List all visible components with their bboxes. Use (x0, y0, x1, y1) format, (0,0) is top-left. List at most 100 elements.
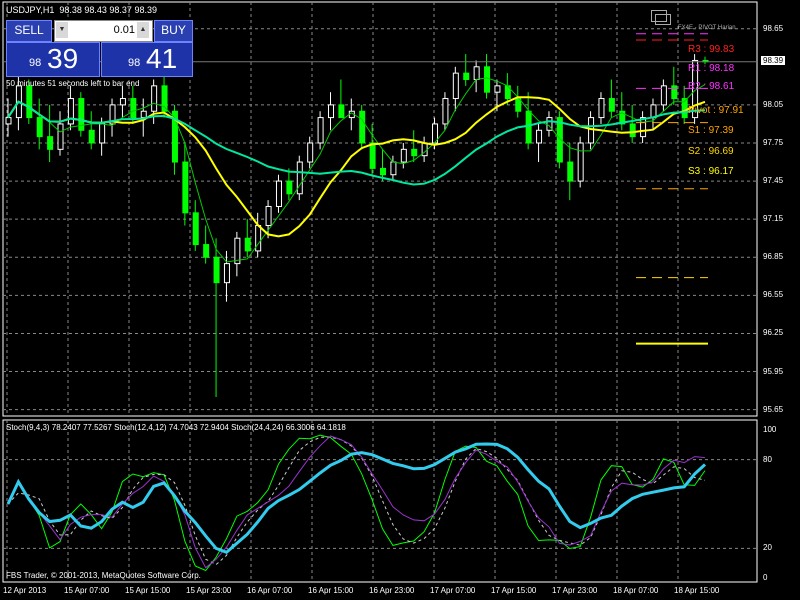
time-axis-label: 16 Apr 07:00 (247, 586, 293, 595)
stoch-axis-label: 100 (763, 425, 777, 434)
candle-body (203, 244, 210, 258)
sell-price-button[interactable]: 98 39 (6, 42, 100, 77)
candle-body (140, 110, 147, 119)
buy-price-button[interactable]: 98 41 (101, 42, 193, 77)
time-axis-label: 15 Apr 23:00 (186, 586, 232, 595)
time-axis-label: 15 Apr 15:00 (125, 586, 171, 595)
symbol-title: USDJPY,H1 (6, 5, 55, 15)
candle-body (47, 136, 54, 150)
candle-body (588, 117, 595, 144)
candle-body (442, 98, 449, 125)
candle-body (380, 167, 387, 176)
candle-body (327, 104, 334, 119)
lot-size-input[interactable] (69, 22, 135, 38)
candle-body (88, 129, 95, 144)
candle-body (525, 110, 532, 144)
lot-size-box: ▼ ▲ (54, 20, 153, 42)
current-price-tag: 98.39 (761, 55, 786, 65)
stochastic-label: Stoch(9,4,3) 78.2407 77.5267 Stoch(12,4,… (6, 423, 346, 432)
ohlc-values: 98.38 98.43 98.37 98.39 (59, 5, 157, 15)
stoch-axis-label: 80 (763, 454, 772, 464)
candle-body (452, 72, 459, 100)
candle-body (359, 110, 366, 144)
price-axis-label: 96.25 (763, 328, 784, 338)
price-axis-label: 95.95 (763, 366, 784, 376)
pivot-level-label: S2 : 96.69 (688, 146, 734, 157)
candle-body (317, 117, 324, 144)
candle-body (244, 237, 251, 252)
price-axis-label: 97.15 (763, 214, 784, 224)
candle-body (411, 148, 418, 157)
price-axis-label: 96.55 (763, 290, 784, 300)
candle-body (296, 161, 303, 195)
stoch-fast-line (7, 434, 706, 572)
candle-body (660, 85, 667, 106)
candle-body (213, 256, 220, 284)
candle-body (608, 98, 615, 112)
price-axis-label: 95.65 (763, 404, 784, 414)
pivot-icon-inner (655, 14, 671, 25)
copyright: FBS Trader, © 2001-2013, MetaQuotes Soft… (6, 571, 201, 580)
sell-price-pips: 39 (47, 43, 79, 74)
sell-button[interactable]: SELL (6, 20, 52, 42)
time-axis-label: 18 Apr 15:00 (674, 586, 720, 595)
time-axis-label: 16 Apr 23:00 (369, 586, 415, 595)
candle-body (67, 98, 74, 125)
price-axis-label: 96.85 (763, 252, 784, 262)
candle-body (26, 85, 33, 119)
price-axis-label: 98.05 (763, 99, 784, 109)
candle-body (473, 66, 480, 80)
candle-body (338, 104, 345, 119)
price-axis-label: 98.65 (763, 23, 784, 33)
lot-decrease-icon[interactable]: ▼ (56, 22, 68, 38)
time-axis-label: 15 Apr 07:00 (64, 586, 110, 595)
candle-body (192, 212, 199, 246)
one-click-trading-panel: SELL ▼ ▲ BUY 98 39 98 41 (6, 20, 193, 77)
time-axis-label: 12 Apr 2013 (3, 586, 47, 595)
candle-body (286, 180, 293, 195)
candle-body (369, 142, 376, 169)
sell-price-prefix: 98 (29, 57, 42, 69)
candle-body (36, 117, 43, 138)
candle-body (629, 123, 636, 138)
candle-body (536, 129, 543, 144)
candle-body (400, 148, 407, 163)
time-axis-label: 18 Apr 07:00 (613, 586, 659, 595)
candle-body (119, 98, 126, 106)
candle-body (275, 180, 282, 207)
stoch-axis-label: 20 (763, 543, 772, 553)
time-axis-label: 17 Apr 07:00 (430, 586, 476, 595)
candle-body (307, 142, 314, 163)
bar-countdown: 50 minutes 51 seconds left to bar end (6, 79, 140, 88)
pivot-level-label: S3 : 96.17 (688, 166, 734, 177)
candle-body (99, 123, 106, 144)
symbol-header: USDJPY,H1 98.38 98.43 98.37 98.39 (6, 5, 157, 15)
candle-body (5, 117, 12, 125)
time-axis-label: 16 Apr 15:00 (308, 586, 354, 595)
stoch-slow-line (6, 442, 707, 555)
buy-price-prefix: 98 (128, 57, 141, 69)
price-axis-label: 97.75 (763, 137, 784, 147)
lot-increase-icon[interactable]: ▲ (137, 22, 149, 38)
candle-body (640, 117, 647, 138)
pivot-level-label: S1 : 97.39 (688, 125, 734, 136)
candle-body (57, 123, 64, 150)
candle-body (567, 161, 574, 182)
candle-body (577, 142, 584, 182)
candle-body (265, 205, 272, 227)
chart-canvas[interactable] (0, 0, 800, 600)
stoch-fast-signal (7, 436, 706, 566)
candle-body (223, 263, 230, 284)
time-axis-label: 17 Apr 23:00 (552, 586, 598, 595)
buy-button[interactable]: BUY (154, 20, 193, 42)
candle-body (484, 66, 491, 93)
pivot-level-label: R1 : 98.18 (688, 63, 735, 74)
buy-price-pips: 41 (146, 43, 178, 74)
candle-body (182, 161, 189, 214)
pivot-box: FX4E - PIVOT Harian (638, 8, 750, 34)
time-axis-label: 17 Apr 15:00 (491, 586, 537, 595)
candle-body (598, 98, 605, 119)
candle-body (151, 85, 158, 112)
pivot-title: FX4E - PIVOT Harian (678, 25, 736, 31)
candle-body (390, 161, 397, 176)
